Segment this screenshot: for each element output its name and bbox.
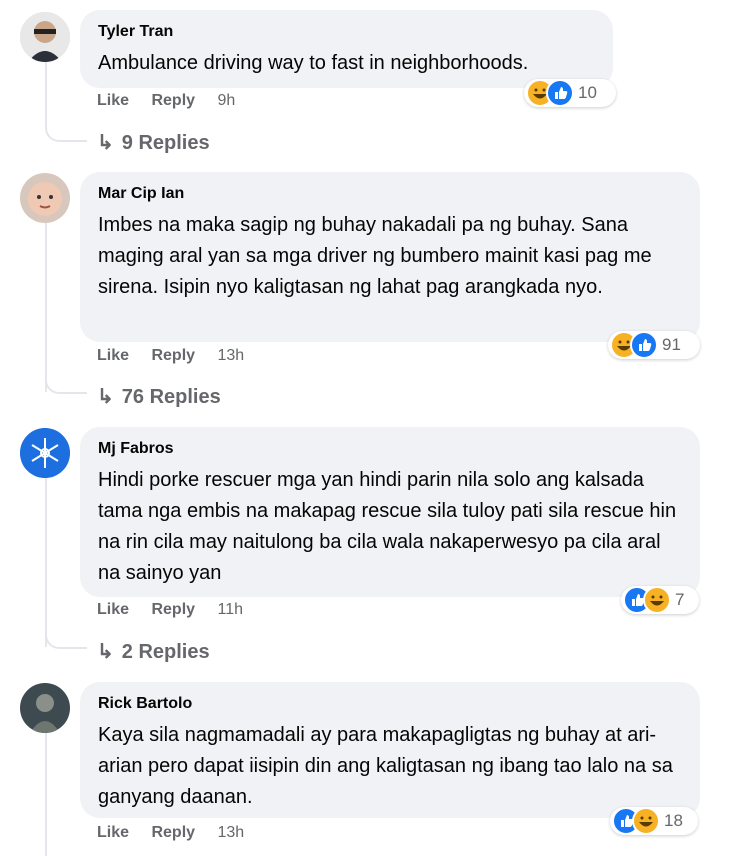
reaction-summary[interactable]: 91 <box>608 331 700 359</box>
thread-line <box>45 732 47 856</box>
haha-icon <box>632 807 660 835</box>
timestamp[interactable]: 13h <box>218 347 245 364</box>
reaction-summary[interactable]: 18 <box>610 807 698 835</box>
like-icon <box>546 79 574 107</box>
reaction-count: 91 <box>662 335 681 354</box>
view-replies-button[interactable]: ↳ 2 Replies <box>97 639 210 664</box>
reaction-count: 10 <box>578 83 597 102</box>
haha-icon <box>643 586 671 614</box>
comment-bubble: Mj Fabros Hindi porke rescuer mga yan hi… <box>80 427 700 597</box>
reply-button[interactable]: Reply <box>151 347 195 364</box>
avatar[interactable] <box>20 428 70 478</box>
reply-arrow-icon: ↳ <box>97 132 114 154</box>
comment-actions: Like Reply 13h <box>97 824 262 842</box>
reply-branch <box>45 625 87 649</box>
reaction-count: 7 <box>675 590 685 609</box>
comment-actions: Like Reply 9h <box>97 92 253 110</box>
reaction-count: 18 <box>664 811 683 830</box>
reply-button[interactable]: Reply <box>151 601 195 618</box>
reply-branch <box>45 118 87 142</box>
reaction-summary[interactable]: 7 <box>621 586 699 614</box>
view-replies-button[interactable]: ↳ 9 Replies <box>97 130 210 155</box>
avatar[interactable] <box>20 683 70 733</box>
timestamp[interactable]: 9h <box>218 92 236 109</box>
comment-actions: Like Reply 11h <box>97 601 261 619</box>
comment-author[interactable]: Mj Fabros <box>98 439 682 459</box>
reply-arrow-icon: ↳ <box>97 386 114 408</box>
comment-actions: Like Reply 13h <box>97 347 262 365</box>
comment-text: Kaya sila nagmamadali ay para makapaglig… <box>98 724 673 808</box>
like-button[interactable]: Like <box>97 824 129 841</box>
timestamp[interactable]: 11h <box>218 601 244 618</box>
thread-line <box>45 222 47 392</box>
like-icon <box>630 331 658 359</box>
reply-branch <box>45 370 87 394</box>
comment-bubble: Rick Bartolo Kaya sila nagmamadali ay pa… <box>80 682 700 818</box>
reply-arrow-icon: ↳ <box>97 641 114 663</box>
avatar[interactable] <box>20 173 70 223</box>
comment-text: Hindi porke rescuer mga yan hindi parin … <box>98 469 677 584</box>
comment-author[interactable]: Mar Cip Ian <box>98 184 682 204</box>
comment-text: Ambulance driving way to fast in neighbo… <box>98 52 529 74</box>
reply-button[interactable]: Reply <box>151 824 195 841</box>
thread-line <box>45 477 47 647</box>
avatar[interactable] <box>20 12 70 62</box>
like-button[interactable]: Like <box>97 92 129 109</box>
comment-bubble: Mar Cip Ian Imbes na maka sagip ng buhay… <box>80 172 700 342</box>
comment-bubble: Tyler Tran Ambulance driving way to fast… <box>80 10 613 88</box>
comment-author[interactable]: Rick Bartolo <box>98 694 682 714</box>
like-button[interactable]: Like <box>97 601 129 618</box>
like-button[interactable]: Like <box>97 347 129 364</box>
comment-author[interactable]: Tyler Tran <box>98 22 595 42</box>
comment-text: Imbes na maka sagip ng buhay nakadali pa… <box>98 214 652 298</box>
view-replies-button[interactable]: ↳ 76 Replies <box>97 384 221 409</box>
thread-line <box>45 62 47 122</box>
reaction-summary[interactable]: 10 <box>524 79 616 107</box>
timestamp[interactable]: 13h <box>218 824 245 841</box>
reply-button[interactable]: Reply <box>151 92 195 109</box>
